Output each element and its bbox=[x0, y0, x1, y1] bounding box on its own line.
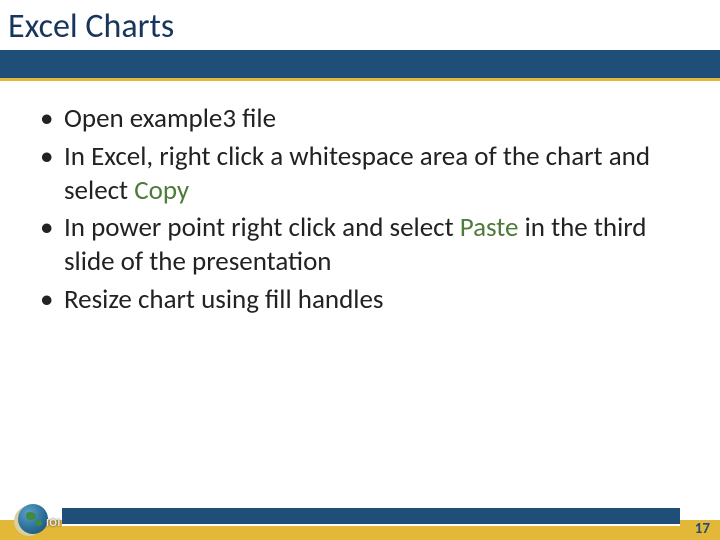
bullet-list: Open example3 file In Excel, right click… bbox=[34, 102, 686, 317]
footer-navy-bar bbox=[62, 508, 680, 524]
footer-separator bbox=[62, 524, 680, 526]
bullet-text: In power point right click and select bbox=[64, 211, 460, 244]
title-bar bbox=[0, 50, 720, 78]
slide-title: Excel Charts bbox=[0, 0, 720, 47]
list-item: In power point right click and select Pa… bbox=[34, 211, 686, 279]
title-underline bbox=[0, 78, 720, 81]
footer: IOI 17 bbox=[0, 496, 720, 540]
list-item: Resize chart using fill handles bbox=[34, 283, 686, 317]
bullet-highlight: Paste bbox=[460, 211, 519, 244]
page-number: 17 bbox=[695, 520, 710, 538]
logo-text: IOI bbox=[46, 516, 61, 529]
slide: Excel Charts Open example3 file In Excel… bbox=[0, 0, 720, 540]
list-item: Open example3 file bbox=[34, 102, 686, 136]
logo: IOI bbox=[18, 502, 62, 536]
body-content: Open example3 file In Excel, right click… bbox=[34, 102, 686, 321]
title-region: Excel Charts bbox=[0, 0, 720, 78]
bullet-text: Resize chart using fill handles bbox=[64, 283, 383, 316]
globe-land-icon bbox=[35, 520, 42, 526]
list-item: In Excel, right click a whitespace area … bbox=[34, 140, 686, 208]
globe-land-icon bbox=[26, 512, 36, 520]
bullet-text: Open example3 file bbox=[64, 102, 276, 135]
bullet-highlight: Copy bbox=[134, 174, 189, 207]
